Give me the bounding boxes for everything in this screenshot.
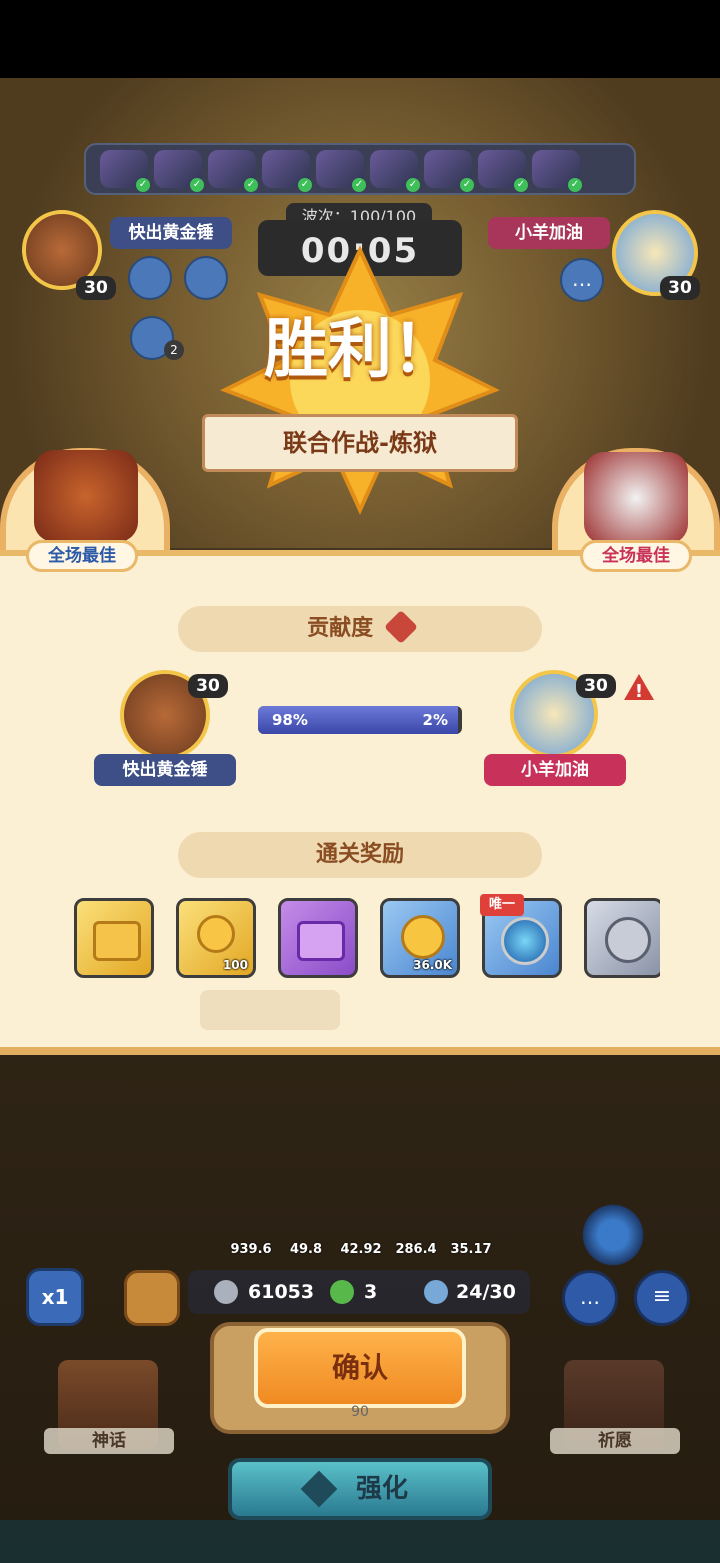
- stat-attack: 939.6: [226, 1218, 276, 1264]
- roster-hero: ✓: [154, 150, 204, 192]
- roster-hero: ✓: [478, 150, 528, 192]
- check-icon: ✓: [352, 178, 366, 192]
- right-percent: 2%: [422, 711, 448, 729]
- roster-hero: ✓: [370, 150, 420, 192]
- check-icon: ✓: [406, 178, 420, 192]
- stat-power: 286.4: [391, 1218, 441, 1264]
- stats-row: 939.6 49.8 42.92 286.4 35.17: [226, 1218, 496, 1264]
- roster-hero: ✓: [100, 150, 150, 192]
- confirm-button[interactable]: 确认: [254, 1328, 466, 1408]
- rewards-list: 100 36.0K: [74, 896, 660, 982]
- gold-key-icon: [197, 915, 235, 953]
- notification-badge: 2: [164, 340, 184, 360]
- reward-item-silver-coin[interactable]: [584, 898, 660, 978]
- unit-icon: [424, 1280, 448, 1304]
- roster-hero: ✓: [424, 150, 474, 192]
- wish-label: 祈愿: [550, 1428, 680, 1454]
- resources-bar: 61053 3 24/30: [188, 1270, 530, 1314]
- reward-item-gold-key[interactable]: 100: [176, 898, 256, 978]
- mute-voice-icon[interactable]: [128, 256, 172, 300]
- fist-icon: [391, 1218, 441, 1242]
- reward-qty: 36.0K: [413, 958, 452, 972]
- contribution-bar: 98% 2%: [258, 706, 462, 734]
- check-icon: ✓: [190, 178, 204, 192]
- reward-item-gold-chest[interactable]: [74, 898, 154, 978]
- clover-icon: [330, 1280, 354, 1304]
- hidden-cost: 90: [351, 1404, 369, 1420]
- contrib-right-level: 30: [576, 674, 616, 698]
- svg-text:!: !: [635, 681, 643, 702]
- check-icon: ✓: [568, 178, 582, 192]
- contrib-right-name: 小羊加油: [484, 754, 626, 786]
- check-icon: ✓: [244, 178, 258, 192]
- purple-chest-icon: [297, 921, 345, 961]
- battle-mode-title: 联合作战-炼狱: [283, 429, 437, 457]
- gold-coin-icon: [401, 915, 445, 959]
- roster-hero: ✓: [532, 150, 582, 192]
- left-percent: 98%: [272, 711, 308, 729]
- stat-crit: 35.17: [446, 1218, 496, 1264]
- check-icon: ✓: [460, 178, 474, 192]
- upgrade-icon: [300, 1470, 338, 1508]
- contrib-left-name: 快出黄金锤: [94, 754, 236, 786]
- gold-chest-icon: [93, 921, 141, 961]
- faded-decor: [200, 990, 340, 1030]
- upgrade-label: 强化: [356, 1474, 409, 1504]
- sword-icon: [226, 1218, 276, 1242]
- clover-count: 3: [364, 1281, 378, 1303]
- check-icon: ✓: [514, 178, 528, 192]
- status-bar: [0, 0, 720, 78]
- silver-coin-icon: [214, 1280, 238, 1304]
- stat-speed: 42.92: [336, 1218, 386, 1264]
- silver-count: 61053: [248, 1281, 315, 1303]
- chat-bubble-icon[interactable]: …: [560, 258, 604, 302]
- menu-icon[interactable]: ≡: [634, 1270, 690, 1326]
- hero-roster: ✓ ✓ ✓ ✓ ✓ ✓ ✓ ✓ ✓: [84, 143, 636, 195]
- silver-coin-icon: [605, 917, 651, 963]
- roster-hero: ✓: [208, 150, 258, 192]
- gear-icon: [336, 1218, 386, 1242]
- contrib-left-level: 30: [188, 674, 228, 698]
- mvp-right-badge: 全场最佳: [580, 540, 692, 572]
- right-player-name: 小羊加油: [488, 217, 610, 249]
- roster-hero: ✓: [316, 150, 366, 192]
- check-icon: ✓: [298, 178, 312, 192]
- victory-title: 胜利！: [264, 313, 456, 387]
- bottom-field: [0, 1520, 720, 1563]
- reward-qty: 100: [222, 958, 248, 972]
- speed-button[interactable]: x1: [26, 1268, 84, 1326]
- gear-deco-icon: [578, 1200, 648, 1270]
- info-icon[interactable]: [383, 610, 418, 644]
- check-icon: ✓: [136, 178, 150, 192]
- stat-health: 49.8: [281, 1218, 331, 1264]
- roster-hero: ✓: [262, 150, 312, 192]
- right-player-level: 30: [660, 276, 700, 300]
- reward-item-gold-coin[interactable]: 36.0K: [380, 898, 460, 978]
- crit-icon: [446, 1218, 496, 1242]
- mvp-right-character: [584, 452, 688, 544]
- rewards-header: 通关奖励: [178, 832, 542, 878]
- reward-item-purple-chest[interactable]: [278, 898, 358, 978]
- myth-label: 神话: [44, 1428, 174, 1454]
- heart-icon: [281, 1218, 331, 1242]
- warning-icon[interactable]: !: [622, 672, 656, 702]
- contribution-title: 贡献度: [307, 616, 374, 641]
- mvp-left-badge: 全场最佳: [26, 540, 138, 572]
- contribution-header: 贡献度: [178, 606, 542, 652]
- upgrade-button[interactable]: 强化: [228, 1458, 492, 1520]
- auto-button[interactable]: [124, 1270, 180, 1326]
- chat-icon[interactable]: …: [562, 1270, 618, 1326]
- left-player-level: 30: [76, 276, 116, 300]
- unit-count: 24/30: [456, 1281, 516, 1303]
- mvp-left-character: [34, 450, 138, 542]
- unique-tag: 唯一: [480, 894, 524, 916]
- left-player-name: 快出黄金锤: [110, 217, 232, 249]
- blue-emblem-icon: [501, 917, 549, 965]
